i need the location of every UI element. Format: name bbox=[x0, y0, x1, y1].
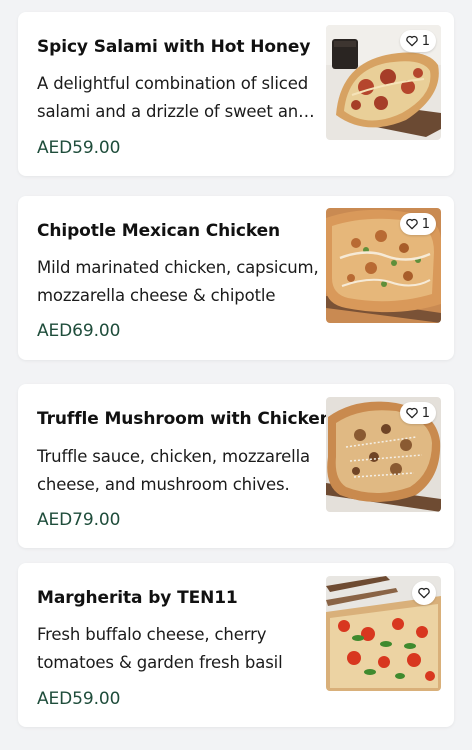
favorite-count: 1 bbox=[421, 33, 430, 49]
menu-item-card[interactable]: Margherita by TEN11 Fresh buffalo cheese… bbox=[18, 563, 454, 727]
favorite-button[interactable]: 1 bbox=[399, 30, 436, 52]
heart-outline-icon bbox=[417, 586, 431, 600]
favorite-count: 1 bbox=[421, 405, 430, 421]
heart-outline-icon bbox=[405, 406, 419, 420]
menu-item-image[interactable] bbox=[326, 576, 441, 691]
menu-item-price: AED59.00 bbox=[37, 138, 121, 158]
menu-item-name: Truffle Mushroom with Chicken bbox=[37, 409, 332, 429]
menu-item-price: AED59.00 bbox=[37, 689, 121, 709]
menu-item-image[interactable]: 1 bbox=[326, 25, 441, 140]
favorite-button[interactable]: 1 bbox=[399, 402, 436, 424]
favorite-button[interactable]: 1 bbox=[399, 213, 436, 235]
heart-outline-icon bbox=[405, 34, 419, 48]
favorite-count: 1 bbox=[421, 216, 430, 232]
menu-item-image[interactable]: 1 bbox=[326, 208, 441, 323]
menu-item-description: Mild marinated chicken, capsicum, mozzar… bbox=[37, 258, 319, 305]
menu-item-name: Margherita by TEN11 bbox=[37, 588, 238, 608]
menu-item-price: AED79.00 bbox=[37, 510, 121, 530]
menu-item-image[interactable]: 1 bbox=[326, 397, 441, 512]
menu-item-name: Spicy Salami with Hot Honey bbox=[37, 37, 311, 57]
menu-item-card[interactable]: Truffle Mushroom with Chicken Truffle sa… bbox=[18, 384, 454, 548]
menu-item-card[interactable]: Chipotle Mexican Chicken Mild marinated … bbox=[18, 196, 454, 360]
menu-item-card[interactable]: Spicy Salami with Hot Honey A delightful… bbox=[18, 12, 454, 176]
menu-item-price: AED69.00 bbox=[37, 321, 121, 341]
menu-item-description: Truffle sauce, chicken, mozzarella chees… bbox=[37, 447, 310, 494]
menu-item-description: Fresh buffalo cheese, cherry tomatoes & … bbox=[37, 625, 283, 672]
menu-item-name: Chipotle Mexican Chicken bbox=[37, 221, 281, 241]
menu-item-description: A delightful combination of sliced salam… bbox=[37, 74, 309, 121]
heart-outline-icon bbox=[405, 217, 419, 231]
favorite-button[interactable] bbox=[412, 581, 436, 605]
